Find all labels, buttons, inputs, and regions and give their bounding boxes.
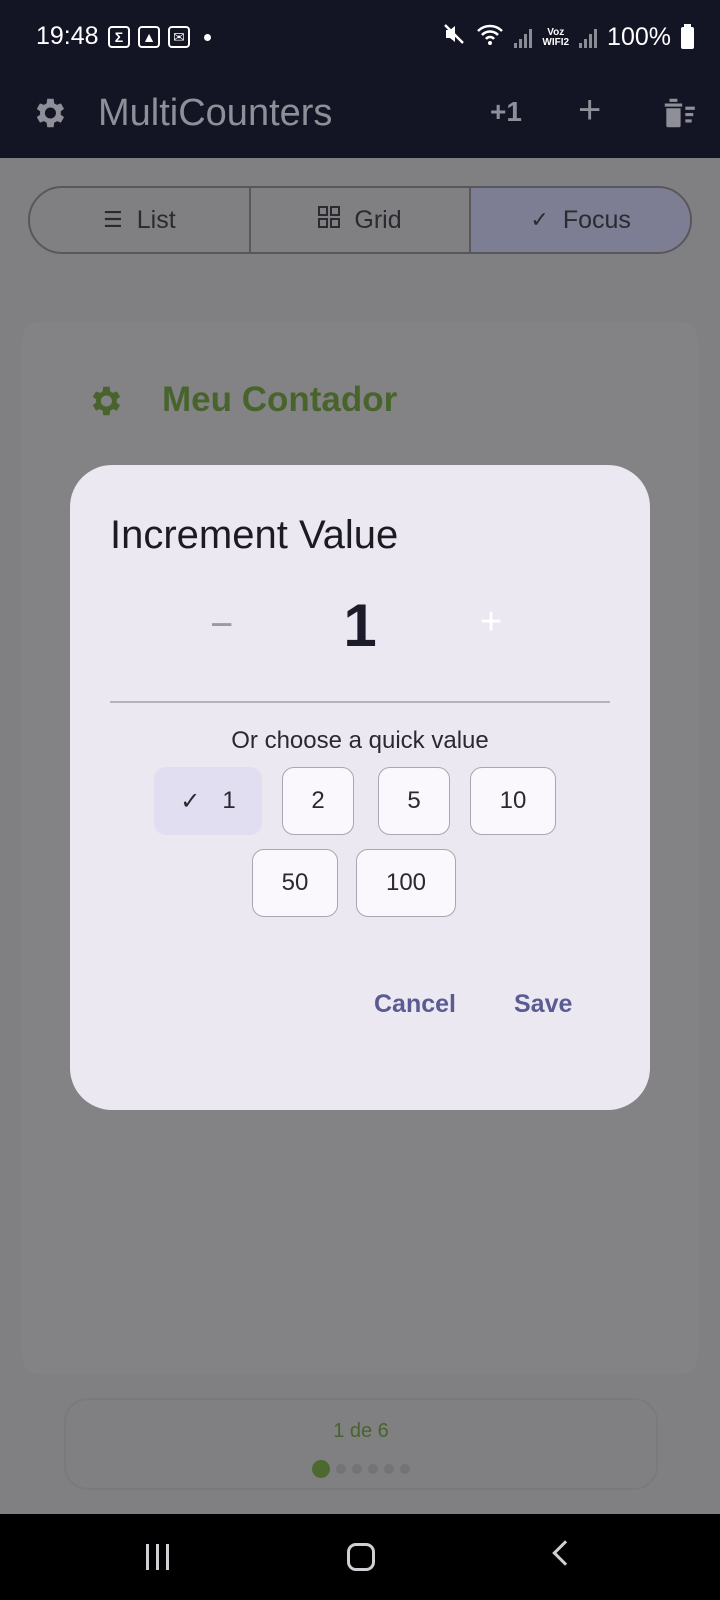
mute-vibrate-icon <box>442 22 466 53</box>
increment-value-dialog: Increment Value − 1 + Or choose a quick … <box>70 465 650 1110</box>
view-option-label: Focus <box>562 205 631 234</box>
sigma-notification-icon: Σ <box>108 26 130 48</box>
wifi-icon <box>476 22 504 53</box>
recent-apps-icon[interactable] <box>146 1544 169 1570</box>
status-bar: 19:48 Σ ▲ ✉ Voz WIFI2 100% <box>0 0 720 74</box>
dialog-title: Increment Value <box>110 513 399 557</box>
battery-icon <box>681 23 694 49</box>
app-title: MultiCounters <box>98 92 333 134</box>
decrement-button[interactable]: − <box>210 603 233 648</box>
chip-label: 2 <box>311 787 325 814</box>
page-label: 1 de 6 <box>333 1420 389 1442</box>
app-bar: MultiCounters +1 + <box>0 74 720 158</box>
quick-value-chip[interactable]: 10 <box>470 767 556 835</box>
chip-label: 10 <box>499 787 527 814</box>
list-icon: ☰ <box>103 207 123 232</box>
view-option-focus[interactable]: ✓ Focus <box>471 188 690 252</box>
chip-label: 5 <box>407 787 421 814</box>
gear-icon[interactable] <box>30 94 68 137</box>
back-icon[interactable] <box>552 1540 578 1566</box>
page-dot[interactable] <box>336 1464 346 1474</box>
page-dot[interactable] <box>312 1460 330 1478</box>
trash-sort-icon[interactable] <box>660 94 698 137</box>
quick-value-label: Or choose a quick value <box>231 727 489 754</box>
dot-indicator-icon <box>204 33 211 41</box>
image-notification-icon: ▲ <box>138 26 160 48</box>
quick-value-chip-selected[interactable]: ✓ 1 <box>154 767 262 835</box>
chip-label: 100 <box>385 869 427 896</box>
chip-label: 50 <box>281 869 309 896</box>
page-dots <box>66 1460 656 1478</box>
page-dot[interactable] <box>384 1464 394 1474</box>
view-option-grid[interactable]: Grid <box>251 188 472 252</box>
save-button[interactable]: Save <box>514 990 572 1019</box>
add-counter-button[interactable]: + <box>578 88 601 133</box>
chip-label: 1 <box>222 787 236 814</box>
home-icon[interactable] <box>347 1543 375 1571</box>
signal-icon <box>514 28 533 48</box>
check-icon: ✓ <box>530 207 549 232</box>
view-option-label: List <box>136 205 176 234</box>
counter-title: Meu Contador <box>162 380 398 419</box>
view-option-list[interactable]: ☰ List <box>30 188 251 252</box>
increment-all-button[interactable]: +1 <box>490 96 522 128</box>
quick-value-chip[interactable]: 50 <box>252 849 338 917</box>
page-dot[interactable] <box>352 1464 362 1474</box>
page-indicator: 1 de 6 <box>64 1398 658 1490</box>
quick-value-chip[interactable]: 100 <box>356 849 456 917</box>
check-icon: ✓ <box>180 787 201 815</box>
system-navigation-bar <box>0 1514 720 1600</box>
status-time: 19:48 <box>36 22 99 50</box>
divider <box>110 701 610 703</box>
cancel-button[interactable]: Cancel <box>374 990 456 1019</box>
quick-value-chip[interactable]: 5 <box>378 767 450 835</box>
vpn-notification-icon: ✉ <box>168 26 190 48</box>
view-toggle: ☰ List Grid ✓ Focus <box>28 186 692 254</box>
increment-value-display: 1 <box>343 592 377 659</box>
page-dot[interactable] <box>400 1464 410 1474</box>
system-icons: Voz WIFI2 100% <box>442 22 694 53</box>
increment-button[interactable]: + <box>480 601 502 644</box>
quick-value-chip[interactable]: 2 <box>282 767 354 835</box>
notification-icons: Σ ▲ ✉ <box>108 26 211 48</box>
grid-icon <box>318 206 341 234</box>
view-option-label: Grid <box>354 205 402 234</box>
voz-wifi-label: Voz WIFI2 <box>542 26 570 48</box>
counter-settings-gear-icon[interactable] <box>86 382 124 425</box>
page-dot[interactable] <box>368 1464 378 1474</box>
battery-level: 100% <box>607 23 671 51</box>
signal-icon <box>579 28 598 48</box>
